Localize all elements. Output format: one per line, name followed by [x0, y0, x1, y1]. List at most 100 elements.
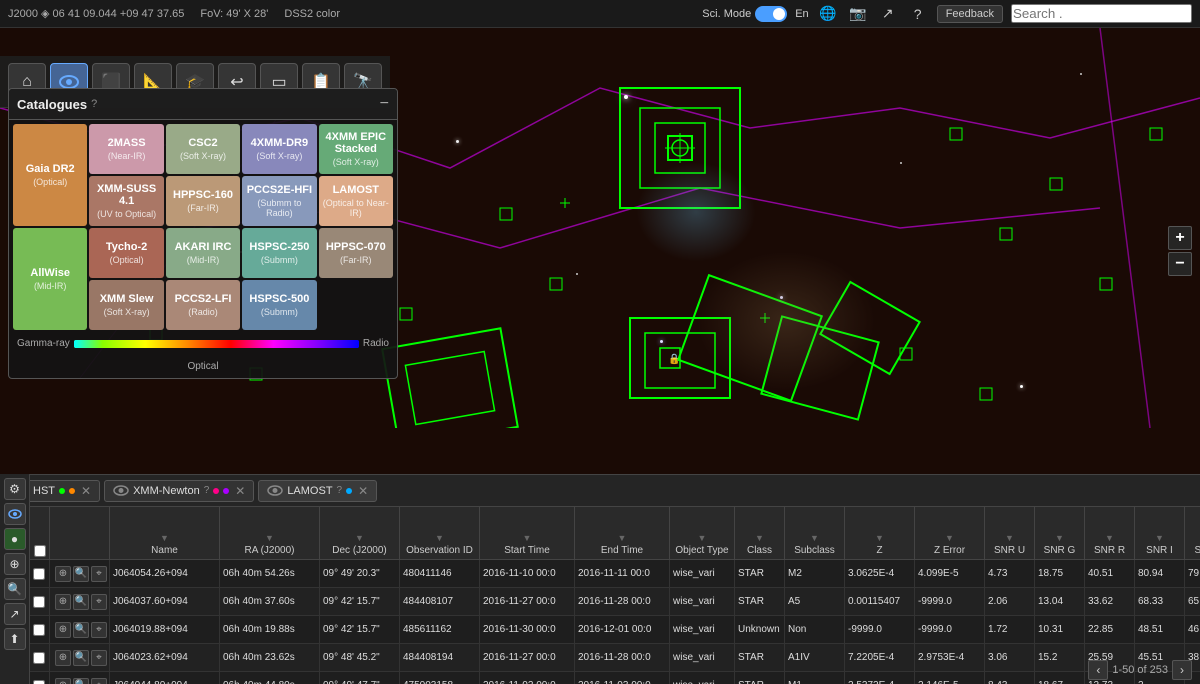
colormap-display: DSS2 color [284, 8, 340, 20]
cat-akari-irc[interactable]: AKARI IRC(Mid-IR) [166, 228, 240, 278]
row-target-btn[interactable]: ⊕ [55, 622, 71, 638]
target-side-button[interactable]: ⊕ [4, 553, 26, 575]
cat-pccs2e-hfi[interactable]: PCCS2E-HFI(Submm to Radio) [242, 176, 316, 226]
tab-lamost[interactable]: LAMOST ? ✕ [258, 480, 377, 502]
cat-tycho2[interactable]: Tycho-2(Optical) [89, 228, 163, 278]
row-search-btn[interactable]: 🔍 [73, 594, 89, 610]
share-icon[interactable]: ↗ [877, 3, 899, 25]
camera-icon[interactable]: 📷 [847, 3, 869, 25]
tab-xmm-help[interactable]: ? [204, 485, 210, 496]
feedback-button[interactable]: Feedback [937, 5, 1003, 23]
row-cell-objtype: wise_vari [670, 644, 735, 672]
zoom-in-button[interactable]: + [1168, 226, 1192, 250]
row-cell-z: -9999.0 [845, 616, 915, 644]
row-cell-subclass: Non [785, 616, 845, 644]
col-snrg[interactable]: ▼ SNR G [1035, 507, 1085, 559]
tab-lamost-dot [346, 488, 352, 494]
col-ra[interactable]: ▼ RA (J2000) [220, 507, 320, 559]
globe-icon[interactable]: 🌐 [817, 3, 839, 25]
row-checkbox[interactable] [33, 624, 45, 636]
row-zoom-btn[interactable]: ⌖ [91, 622, 107, 638]
row-zoom-btn[interactable]: ⌖ [91, 650, 107, 666]
tab-lamost-close[interactable]: ✕ [358, 484, 368, 498]
col-snrz[interactable]: ▼ SNR Z [1185, 507, 1200, 559]
row-checkbox-cell [30, 560, 50, 588]
cat-xmm-suss[interactable]: XMM-SUSS 4.1(UV to Optical) [89, 176, 163, 226]
cat-hspsc500[interactable]: HSPSC-500(Submm) [242, 280, 316, 330]
row-zoom-btn[interactable]: ⌖ [91, 594, 107, 610]
cat-hppsc070[interactable]: HPPSC-070(Far-IR) [319, 228, 393, 278]
row-cell-objtype: wise_vari [670, 616, 735, 644]
row-checkbox[interactable] [33, 680, 45, 684]
zoom-out-button[interactable]: − [1168, 252, 1192, 276]
page-next-button[interactable]: › [1172, 660, 1192, 680]
catalogues-close-button[interactable]: − [380, 95, 389, 113]
row-search-btn[interactable]: 🔍 [73, 678, 89, 684]
col-name[interactable]: ▼ Name [110, 507, 220, 559]
row-search-btn[interactable]: 🔍 [73, 622, 89, 638]
row-cell-snrg: 18.67 [1035, 672, 1085, 684]
row-target-btn[interactable]: ⊕ [55, 650, 71, 666]
export-side-button[interactable]: ⬆ [4, 628, 26, 650]
col-obsid[interactable]: ▼ Observation ID [400, 507, 480, 559]
tab-hst-close[interactable]: ✕ [81, 484, 91, 498]
cat-4xmm-epic[interactable]: 4XMM EPIC Stacked(Soft X-ray) [319, 124, 393, 174]
row-target-btn[interactable]: ⊕ [55, 566, 71, 582]
page-prev-button[interactable]: ‹ [1088, 660, 1108, 680]
col-objtype[interactable]: ▼ Object Type [670, 507, 735, 559]
catalogues-help-icon[interactable]: ? [91, 98, 97, 110]
row-zoom-btn[interactable]: ⌖ [91, 678, 107, 684]
search-input[interactable] [1011, 4, 1192, 23]
row-cell-name: J064037.60+094 [110, 588, 220, 616]
col-end[interactable]: ▼ End Time [575, 507, 670, 559]
cat-hppsc160[interactable]: HPPSC-160(Far-IR) [166, 176, 240, 226]
help-icon[interactable]: ? [907, 3, 929, 25]
select-all-checkbox[interactable] [34, 545, 46, 557]
tab-lamost-help[interactable]: ? [337, 485, 343, 496]
row-search-btn[interactable]: 🔍 [73, 650, 89, 666]
tab-xmm-close[interactable]: ✕ [235, 484, 245, 498]
row-checkbox-cell [30, 644, 50, 672]
settings-side-button[interactable]: ⚙ [4, 478, 26, 500]
sci-mode-toggle[interactable] [755, 6, 787, 22]
row-cell-snru: 3.06 [985, 644, 1035, 672]
search-side-button[interactable]: 🔍 [4, 578, 26, 600]
col-snru[interactable]: ▼ SNR U [985, 507, 1035, 559]
cat-xmm-slew[interactable]: XMM Slew(Soft X-ray) [89, 280, 163, 330]
col-z[interactable]: ▼ Z [845, 507, 915, 559]
col-dec[interactable]: ▼ Dec (J2000) [320, 507, 400, 559]
cat-4xmm-dr9[interactable]: 4XMM-DR9(Soft X-ray) [242, 124, 316, 174]
language-selector[interactable]: En [795, 8, 808, 20]
col-zerr[interactable]: ▼ Z Error [915, 507, 985, 559]
spectrum-optical-label: Optical [187, 361, 218, 372]
row-zoom-btn[interactable]: ⌖ [91, 566, 107, 582]
catalogues-title: Catalogues [17, 97, 87, 112]
cat-lamost[interactable]: LAMOST(Optical to Near-IR) [319, 176, 393, 226]
eye-side-button[interactable] [4, 503, 26, 525]
row-checkbox[interactable] [33, 568, 45, 580]
row-cell-obsid: 480411146 [400, 560, 480, 588]
tab-hst-dot2 [69, 488, 75, 494]
cat-hspsc250[interactable]: HSPSC-250(Submm) [242, 228, 316, 278]
cat-csc2[interactable]: CSC2(Soft X-ray) [166, 124, 240, 174]
cat-2mass[interactable]: 2MASS(Near-IR) [89, 124, 163, 174]
row-cell-zerr: 2.146E-5 [915, 672, 985, 684]
tab-xmm-newton[interactable]: XMM-Newton ? ✕ [104, 480, 254, 502]
col-class[interactable]: ▼ Class [735, 507, 785, 559]
share-side-button[interactable]: ↗ [4, 603, 26, 625]
row-target-btn[interactable]: ⊕ [55, 678, 71, 684]
cat-allwise[interactable]: AllWise(Mid-IR) [13, 228, 87, 330]
row-cell-snri: 68.33 [1135, 588, 1185, 616]
row-target-btn[interactable]: ⊕ [55, 594, 71, 610]
row-search-btn[interactable]: 🔍 [73, 566, 89, 582]
cat-pccs2-lfi[interactable]: PCCS2-LFI(Radio) [166, 280, 240, 330]
row-checkbox[interactable] [33, 596, 45, 608]
row-checkbox[interactable] [33, 652, 45, 664]
cat-gaia-dr2[interactable]: Gaia DR2(Optical) [13, 124, 87, 226]
col-snri[interactable]: ▼ SNR I [1135, 507, 1185, 559]
col-subclass[interactable]: ▼ Subclass [785, 507, 845, 559]
tab-xmm-dot2 [223, 488, 229, 494]
col-start[interactable]: ▼ Start Time [480, 507, 575, 559]
col-snrr[interactable]: ▼ SNR R [1085, 507, 1135, 559]
green-side-button[interactable]: ● [4, 528, 26, 550]
